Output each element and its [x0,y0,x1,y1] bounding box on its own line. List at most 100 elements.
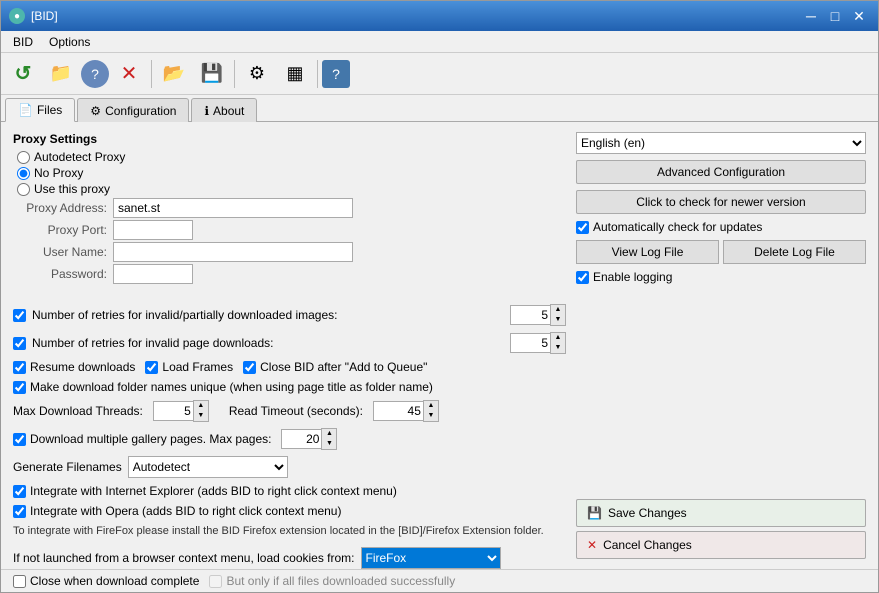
proxy-pass-row: Password: [17,264,566,284]
tab-about[interactable]: ℹ About [191,98,257,122]
make-folder-unique-label: Make download folder names unique (when … [30,380,433,394]
retries-images-checkbox[interactable] [13,309,26,322]
about-tab-icon: ℹ [204,104,209,118]
files-tab-label: Files [37,103,62,117]
proxy-autodetect-radio[interactable] [17,151,30,164]
proxy-port-input[interactable] [113,220,193,240]
advanced-config-button[interactable]: Advanced Configuration [576,160,866,184]
files-tab-icon: 📄 [18,103,33,117]
max-pages-input[interactable] [281,429,321,449]
proxy-user-input[interactable] [113,242,353,262]
integrate-opera-row[interactable]: Integrate with Opera (adds BID to right … [13,504,566,518]
close-when-complete-row[interactable]: Close when download complete [13,574,199,588]
integrate-ie-checkbox[interactable] [13,485,26,498]
but-only-row[interactable]: But only if all files downloaded success… [209,574,455,588]
but-only-label: But only if all files downloaded success… [226,574,455,588]
menu-bid[interactable]: BID [5,33,41,51]
load-frames-row[interactable]: Load Frames [145,360,233,374]
max-threads-up[interactable]: ▲ [194,401,208,411]
integrate-opera-checkbox[interactable] [13,505,26,518]
minimize-button[interactable]: ─ [800,5,822,27]
close-when-complete-checkbox[interactable] [13,575,26,588]
cookies-from-select[interactable]: FireFox Internet Explorer Opera None [361,547,501,569]
check-version-button[interactable]: Click to check for newer version [576,190,866,214]
max-threads-down[interactable]: ▼ [194,411,208,421]
open-folder-button[interactable]: 📁 [43,56,79,92]
download-gallery-row[interactable]: Download multiple gallery pages. Max pag… [13,432,271,446]
cancel-changes-button[interactable]: ✕ Cancel Changes [576,531,866,559]
folder-yellow-button[interactable]: 📂 [156,56,192,92]
proxy-section-label: Proxy Settings [13,132,566,146]
view-log-button[interactable]: View Log File [576,240,719,264]
download-gallery-checkbox[interactable] [13,433,26,446]
read-timeout-down[interactable]: ▼ [424,411,438,421]
menu-options[interactable]: Options [41,33,98,51]
read-timeout-up[interactable]: ▲ [424,401,438,411]
retries-pages-input[interactable] [510,333,550,353]
proxy-use-radio[interactable] [17,183,30,196]
retries-images-up[interactable]: ▲ [551,305,565,315]
right-actions: 💾 Save Changes ✕ Cancel Changes [576,499,866,559]
generate-filenames-select[interactable]: Autodetect [128,456,288,478]
menu-bar: BID Options [1,31,878,53]
save-changes-button[interactable]: 💾 Save Changes [576,499,866,527]
max-pages-up[interactable]: ▲ [322,429,336,439]
title-bar: ● [BID] ─ □ ✕ [1,1,878,31]
max-pages-spinbox: ▲ ▼ [281,428,337,450]
proxy-use-row[interactable]: Use this proxy [17,182,566,196]
read-timeout-input[interactable] [373,401,423,421]
enable-logging-row[interactable]: Enable logging [576,270,866,284]
retries-pages-up[interactable]: ▲ [551,333,565,343]
retries-images-down[interactable]: ▼ [551,315,565,325]
load-frames-checkbox[interactable] [145,361,158,374]
make-folder-unique-row[interactable]: Make download folder names unique (when … [13,380,566,394]
help-button[interactable]: ? [81,60,109,88]
info-button[interactable]: ? [322,60,350,88]
close-button[interactable]: ✕ [848,5,870,27]
resume-downloads-row[interactable]: Resume downloads [13,360,135,374]
proxy-pass-input[interactable] [113,264,193,284]
make-folder-unique-checkbox[interactable] [13,381,26,394]
proxy-address-input[interactable] [113,198,353,218]
proxy-none-row[interactable]: No Proxy [17,166,566,180]
retries-pages-checkbox[interactable] [13,337,26,350]
proxy-none-radio[interactable] [17,167,30,180]
integrate-opera-label: Integrate with Opera (adds BID to right … [30,504,341,518]
resume-downloads-checkbox[interactable] [13,361,26,374]
tab-configuration[interactable]: ⚙ Configuration [77,98,189,122]
auto-check-updates-row[interactable]: Automatically check for updates [576,220,866,234]
read-timeout-spinbox: ▲ ▼ [373,400,439,422]
gear-button[interactable]: ⚙ [239,56,275,92]
max-threads-input[interactable] [153,401,193,421]
integrate-ie-row[interactable]: Integrate with Internet Explorer (adds B… [13,484,566,498]
max-pages-down[interactable]: ▼ [322,439,336,449]
language-select[interactable]: English (en) [576,132,866,154]
close-when-complete-label: Close when download complete [30,574,199,588]
delete-log-button[interactable]: Delete Log File [723,240,866,264]
retries-pages-spinbox-btns: ▲ ▼ [550,332,566,354]
restore-button[interactable]: □ [824,5,846,27]
firefox-info-text: To integrate with FireFox please install… [13,524,566,539]
retries-images-input[interactable] [510,305,550,325]
app-icon: ● [9,8,25,24]
save-changes-label: Save Changes [608,506,687,520]
enable-logging-checkbox[interactable] [576,271,589,284]
save-button-toolbar[interactable]: 💾 [194,56,230,92]
toolbar-sep-3 [317,60,318,88]
retries-pages-down[interactable]: ▼ [551,343,565,353]
close-bid-checkbox[interactable] [243,361,256,374]
enable-logging-label: Enable logging [593,270,672,284]
stop-button[interactable]: ✕ [111,56,147,92]
tab-files[interactable]: 📄 Files [5,98,75,122]
refresh-button[interactable]: ↺ [5,56,41,92]
main-window: ● [BID] ─ □ ✕ BID Options ↺ 📁 ? ✕ 📂 💾 ⚙ … [0,0,879,593]
close-bid-row[interactable]: Close BID after "Add to Queue" [243,360,427,374]
auto-check-updates-checkbox[interactable] [576,221,589,234]
proxy-address-row: Proxy Address: [17,198,566,218]
toolbar-sep-2 [234,60,235,88]
proxy-autodetect-row[interactable]: Autodetect Proxy [17,150,566,164]
grid-button[interactable]: ▦ [277,56,313,92]
proxy-address-label: Proxy Address: [17,201,107,215]
retries-pages-label: Number of retries for invalid page downl… [32,336,504,350]
retries-images-spinbox: ▲ ▼ [510,304,566,326]
